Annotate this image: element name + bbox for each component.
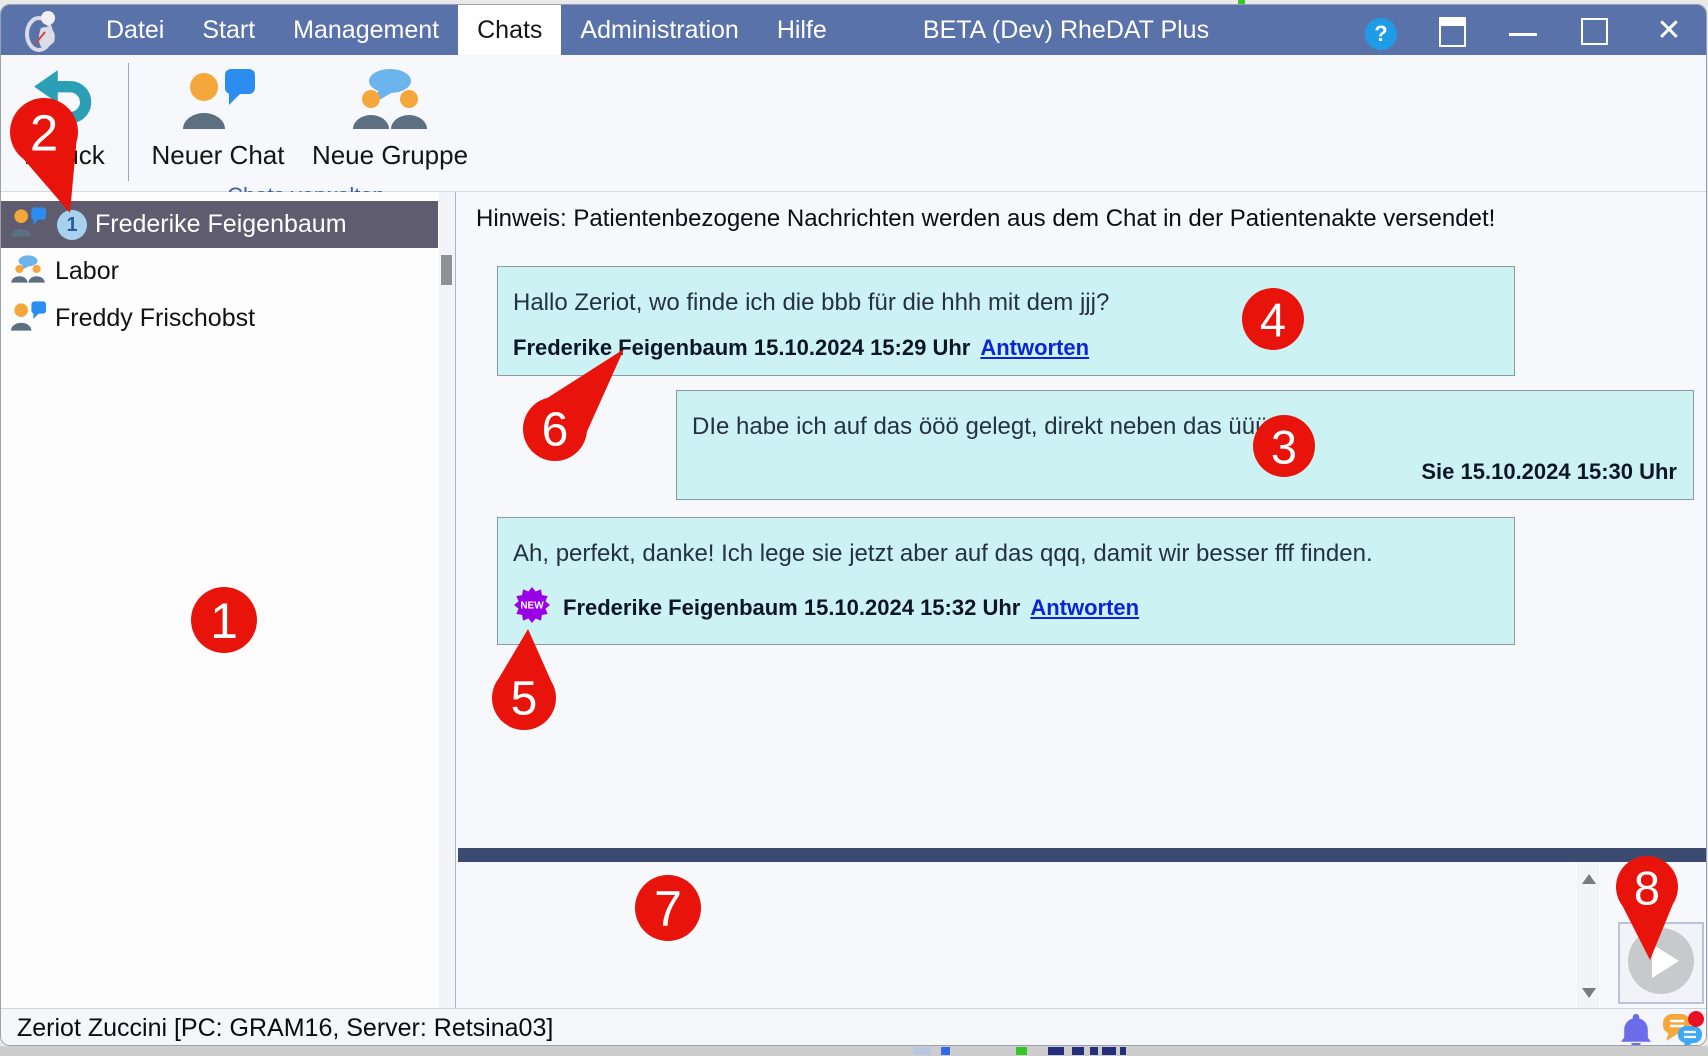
ribbon-separator (128, 63, 129, 181)
message-text: Ah, perfekt, danke! Ich lege sie jetzt a… (513, 540, 1498, 568)
maximize-button[interactable] (1581, 18, 1608, 45)
chat-notification-icon[interactable] (1662, 1011, 1704, 1046)
tab-chats-active[interactable]: Chats (458, 5, 561, 55)
person-chat-icon (9, 204, 47, 245)
new-group-button[interactable]: Neue Gruppe (306, 67, 474, 171)
scroll-up-icon[interactable] (1582, 874, 1596, 884)
bell-icon[interactable] (1618, 1012, 1654, 1046)
message-author-timestamp: Sie 15.10.2024 15:30 Uhr (1421, 459, 1677, 485)
new-message-badge-icon: NEW (513, 586, 551, 630)
message-input[interactable] (468, 866, 1573, 1004)
chat-list-item-freddy[interactable]: Freddy Frischobst (1, 295, 438, 342)
screenshot-root: Datei Start Management Chats Administrat… (0, 0, 1708, 1056)
svg-text:NEW: NEW (520, 601, 544, 612)
titlebar: Datei Start Management Chats Administrat… (1, 5, 1706, 55)
scroll-down-icon[interactable] (1582, 988, 1596, 998)
person-chat-icon (9, 298, 47, 339)
message-text: DIe habe ich auf das ööö gelegt, direkt … (692, 413, 1677, 441)
new-chat-button[interactable]: Neuer Chat (143, 67, 293, 171)
chat-name: Freddy Frischobst (55, 304, 255, 333)
chat-hint: Hinweis: Patientenbezogene Nachrichten w… (476, 205, 1495, 233)
new-group-icon (348, 67, 432, 131)
menu-item-hilfe[interactable]: Hilfe (758, 5, 846, 55)
chat-message-area: Hinweis: Patientenbezogene Nachrichten w… (458, 192, 1707, 1012)
chat-list-item-frederike[interactable]: 1 Frederike Feigenbaum (1, 201, 438, 248)
chat-name: Frederike Feigenbaum (95, 210, 347, 239)
unread-count-badge: 1 (57, 210, 87, 240)
minimize-button[interactable] (1509, 33, 1537, 36)
reply-link[interactable]: Antworten (1030, 595, 1139, 621)
compose-divider (458, 848, 1707, 862)
menu-item-datei[interactable]: Datei (87, 5, 183, 55)
statusbar: Zeriot Zuccini [PC: GRAM16, Server: Rets… (1, 1008, 1706, 1046)
input-scrollbar[interactable] (1577, 862, 1599, 1008)
main-menu: Datei Start Management Chats Administrat… (87, 5, 846, 55)
scrollbar-thumb[interactable] (441, 255, 452, 285)
play-icon (1652, 944, 1679, 978)
menu-item-management[interactable]: Management (274, 5, 458, 55)
ribbon: Zurück Neuer Chat (1, 55, 1706, 192)
message-text: Hallo Zeriot, wo finde ich die bbb für d… (513, 289, 1498, 317)
chat-message-outgoing: DIe habe ich auf das ööö gelegt, direkt … (676, 390, 1694, 500)
compose-zone (458, 862, 1707, 1008)
send-panel (1618, 922, 1704, 1004)
sidebar-scrollbar[interactable] (439, 192, 455, 1012)
new-group-label: Neue Gruppe (306, 140, 474, 171)
message-author-timestamp: Frederike Feigenbaum 15.10.2024 15:29 Uh… (513, 335, 970, 361)
close-button[interactable]: ✕ (1649, 12, 1689, 52)
menu-item-administration[interactable]: Administration (561, 5, 757, 55)
help-button[interactable]: ? (1365, 18, 1397, 50)
background-window-sliver (0, 1046, 1708, 1056)
new-chat-icon (179, 67, 257, 131)
group-chat-icon (9, 252, 47, 291)
reply-link[interactable]: Antworten (980, 335, 1089, 361)
chat-message-incoming: Hallo Zeriot, wo finde ich die bbb für d… (497, 266, 1515, 376)
menu-item-start[interactable]: Start (183, 5, 274, 55)
app-logo-icon (21, 8, 67, 54)
chat-name: Labor (55, 257, 119, 286)
send-button[interactable] (1628, 928, 1694, 994)
app-window: Datei Start Management Chats Administrat… (0, 4, 1707, 1046)
statusbar-user-info: Zeriot Zuccini [PC: GRAM16, Server: Rets… (17, 1014, 553, 1043)
chat-list-item-labor[interactable]: Labor (1, 248, 438, 295)
message-author-timestamp: Frederike Feigenbaum 15.10.2024 15:32 Uh… (563, 595, 1020, 621)
window-title: BETA (Dev) RheDAT Plus (906, 5, 1226, 55)
back-button[interactable]: Zurück (9, 65, 121, 171)
chat-message-incoming-new: Ah, perfekt, danke! Ich lege sie jetzt a… (497, 517, 1515, 645)
new-chat-label: Neuer Chat (143, 140, 293, 171)
ribbon-toggle-icon[interactable] (1439, 17, 1466, 47)
chat-list-sidebar: 1 Frederike Feigenbaum Labor (1, 192, 456, 1012)
back-label: Zurück (9, 140, 121, 171)
back-icon (32, 65, 98, 131)
